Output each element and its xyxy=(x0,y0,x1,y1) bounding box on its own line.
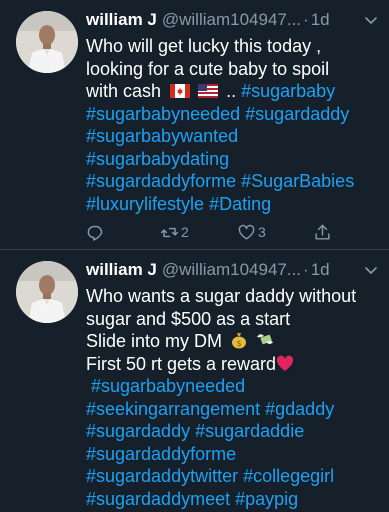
tweet-line: #sugarbabydating xyxy=(86,148,382,171)
tweet-line: with cash .. #sugarbaby xyxy=(86,80,382,103)
hashtag-link[interactable]: #sugarbabydating xyxy=(86,149,229,169)
like-icon xyxy=(238,224,255,240)
tweet-text: Who wants a sugar daddy without sugar an… xyxy=(86,285,382,510)
hashtag-link[interactable]: #sugardaddie xyxy=(195,421,304,441)
money-bag-emoji: $ xyxy=(232,333,247,349)
timestamp[interactable]: 1d xyxy=(311,9,330,31)
avatar[interactable] xyxy=(16,261,78,323)
chevron-down-icon[interactable] xyxy=(363,262,379,278)
reply-button[interactable] xyxy=(86,221,105,243)
separator: · xyxy=(303,10,309,29)
share-button[interactable] xyxy=(313,221,332,243)
chevron-down-icon[interactable] xyxy=(363,12,379,28)
like-count: 3 xyxy=(258,224,266,240)
tweet-text-segment: Slide into my DM xyxy=(86,331,223,351)
avatar[interactable] xyxy=(16,11,78,73)
hashtag-link[interactable]: #sugardaddymeet xyxy=(86,489,230,509)
hashtag-link[interactable]: #sugardaddy xyxy=(245,104,349,124)
tweet-line: First 50 rt gets a reward xyxy=(86,353,382,376)
tweet-2[interactable]: william J @william104947... · 1d Who wan… xyxy=(0,250,389,512)
hashtag-link[interactable]: #paypig xyxy=(235,489,298,509)
tweet-actions: 2 3 xyxy=(86,221,366,243)
hashtag-link[interactable]: #SugarBabies xyxy=(241,171,354,191)
tweet-line: Who wants a sugar daddy without xyxy=(86,286,357,306)
retweet-count: 2 xyxy=(181,224,189,240)
hashtag-link[interactable]: #luxurylifestyle xyxy=(86,194,204,214)
tweet-line: #luxurylifestyle #Dating xyxy=(86,193,382,216)
tweet-line: Slide into my DM $ xyxy=(86,330,382,353)
like-button[interactable]: 3 xyxy=(237,221,266,243)
tweet-line: #sugardaddymeet #paypig xyxy=(86,488,382,511)
reply-icon xyxy=(87,225,103,241)
usa-flag xyxy=(198,84,219,98)
share-icon xyxy=(315,224,330,240)
tweet-line: #sugardaddyforme xyxy=(86,443,382,466)
tweet-line: sugar and $500 as a start xyxy=(86,308,291,329)
display-name[interactable]: william J xyxy=(86,9,157,31)
tweet-text: Who will get lucky this today , looking … xyxy=(86,35,382,215)
separator: · xyxy=(303,260,309,279)
hashtag-link[interactable]: #gdaddy xyxy=(265,399,334,419)
tweet-line: looking for a cute baby to spoil xyxy=(86,58,330,79)
svg-text:$: $ xyxy=(237,339,242,348)
hashtag-link[interactable]: #sugardaddytwitter xyxy=(86,466,238,486)
user-handle[interactable]: @william104947... xyxy=(162,259,301,281)
tweet-text-segment: with cash xyxy=(86,81,162,101)
hashtag-link[interactable]: #sugardaddyforme xyxy=(86,171,236,191)
tweet-line: Who will get lucky this today , xyxy=(86,36,322,56)
hashtag-link[interactable]: #sugardaddy xyxy=(86,421,190,441)
retweet-button[interactable]: 2 xyxy=(160,221,189,243)
hashtag-link[interactable]: #sugarbaby xyxy=(241,81,335,101)
money-wings-emoji xyxy=(257,334,274,345)
tweet-text-segment: .. xyxy=(226,81,237,101)
tweet-1[interactable]: william J @william104947... · 1d Who wil… xyxy=(0,0,389,250)
tweet-header: william J @william104947... · 1d xyxy=(86,9,381,31)
hashtag-link[interactable]: #sugarbabywanted xyxy=(86,126,238,146)
tweet-line: #seekingarrangement #gdaddy xyxy=(86,398,382,421)
user-handle[interactable]: @william104947... xyxy=(162,9,301,31)
tweet-text-segment: First 50 rt gets a reward xyxy=(86,353,277,374)
display-name[interactable]: william J xyxy=(86,259,157,281)
tweet-line: #sugardaddytwitter #collegegirl xyxy=(86,465,382,488)
tweet-header: william J @william104947... · 1d xyxy=(86,259,381,281)
retweet-icon xyxy=(160,227,179,237)
heart-emoji xyxy=(277,355,294,371)
hashtag-link[interactable]: #sugarbabyneeded xyxy=(86,104,240,124)
hashtag-link[interactable]: #Dating xyxy=(209,194,271,214)
canada-flag xyxy=(170,84,191,98)
tweet-line: #sugardaddy #sugardaddie xyxy=(86,420,382,443)
timestamp[interactable]: 1d xyxy=(311,259,330,281)
tweet-line: #sugarbabyneeded xyxy=(86,375,382,398)
tweet-line: #sugarbabyneeded #sugardaddy xyxy=(86,103,382,126)
hashtag-link[interactable]: #sugarbabyneeded xyxy=(91,376,245,396)
tweet-line: #sugarbabywanted xyxy=(86,125,382,148)
hashtag-link[interactable]: #sugardaddyforme xyxy=(86,444,236,464)
hashtag-link[interactable]: #collegegirl xyxy=(243,466,334,486)
hashtag-link[interactable]: #seekingarrangement xyxy=(86,399,260,419)
tweet-line: #sugardaddyforme #SugarBabies xyxy=(86,170,382,193)
